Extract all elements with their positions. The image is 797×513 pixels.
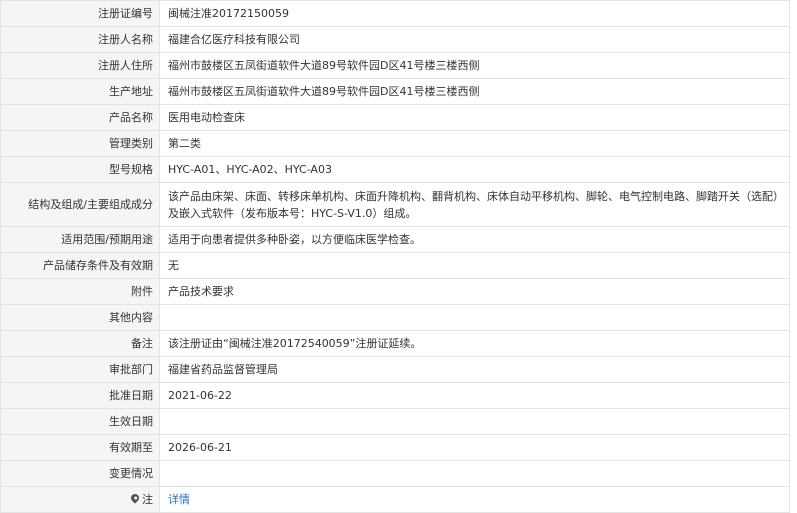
table-row: 注册人名称 福建合亿医疗科技有限公司 — [0, 26, 790, 53]
field-value-management-category: 第二类 — [159, 130, 790, 157]
field-label-production-address: 生产地址 — [0, 78, 160, 105]
registration-record-table: 注册证编号 闽械注准20172150059 注册人名称 福建合亿医疗科技有限公司… — [0, 0, 790, 513]
note-label: 注 — [142, 492, 153, 506]
field-value-model-spec: HYC-A01、HYC-A02、HYC-A03 — [159, 156, 790, 183]
field-value-approval-date: 2021-06-22 — [159, 382, 790, 409]
field-value-registrant-address: 福州市鼓楼区五凤街道软件大道89号软件园D区41号楼三楼西侧 — [159, 52, 790, 79]
table-row: 注册人住所 福州市鼓楼区五凤街道软件大道89号软件园D区41号楼三楼西侧 — [0, 52, 790, 79]
table-row: 注 详情 — [0, 486, 790, 513]
field-label-registrant-name: 注册人名称 — [0, 26, 160, 53]
field-value-product-name: 医用电动检查床 — [159, 104, 790, 131]
field-value-changes — [159, 460, 790, 487]
table-row: 变更情况 — [0, 460, 790, 487]
field-label-remark: 备注 — [0, 330, 160, 357]
field-value-storage: 无 — [159, 252, 790, 279]
field-label-approval-dept: 审批部门 — [0, 356, 160, 383]
table-row: 生产地址 福州市鼓楼区五凤街道软件大道89号软件园D区41号楼三楼西侧 — [0, 78, 790, 105]
field-label-approval-date: 批准日期 — [0, 382, 160, 409]
field-value-registration-no: 闽械注准20172150059 — [159, 0, 790, 27]
table-row: 结构及组成/主要组成成分 该产品由床架、床面、转移床单机构、床面升降机构、翻背机… — [0, 182, 790, 227]
field-label-changes: 变更情况 — [0, 460, 160, 487]
field-label-intended-use: 适用范围/预期用途 — [0, 226, 160, 253]
field-value-approval-dept: 福建省药品监督管理局 — [159, 356, 790, 383]
field-value-intended-use: 适用于向患者提供多种卧姿，以方便临床医学检查。 — [159, 226, 790, 253]
table-row: 适用范围/预期用途 适用于向患者提供多种卧姿，以方便临床医学检查。 — [0, 226, 790, 253]
table-row: 审批部门 福建省药品监督管理局 — [0, 356, 790, 383]
field-label-product-name: 产品名称 — [0, 104, 160, 131]
field-value-remark: 该注册证由“闽械注准20172540059”注册证延续。 — [159, 330, 790, 357]
table-row: 注册证编号 闽械注准20172150059 — [0, 0, 790, 27]
table-row: 管理类别 第二类 — [0, 130, 790, 157]
field-label-registrant-address: 注册人住所 — [0, 52, 160, 79]
field-value-attachment: 产品技术要求 — [159, 278, 790, 305]
field-label-storage: 产品储存条件及有效期 — [0, 252, 160, 279]
field-label-valid-until: 有效期至 — [0, 434, 160, 461]
field-value-registrant-name: 福建合亿医疗科技有限公司 — [159, 26, 790, 53]
field-value-other — [159, 304, 790, 331]
table-row: 批准日期 2021-06-22 — [0, 382, 790, 409]
table-row: 附件 产品技术要求 — [0, 278, 790, 305]
table-row: 型号规格 HYC-A01、HYC-A02、HYC-A03 — [0, 156, 790, 183]
field-label-structure: 结构及组成/主要组成成分 — [0, 182, 160, 227]
field-value-structure: 该产品由床架、床面、转移床单机构、床面升降机构、翻背机构、床体自动平移机构、脚轮… — [159, 182, 790, 227]
field-label-management-category: 管理类别 — [0, 130, 160, 157]
table-row: 产品名称 医用电动检查床 — [0, 104, 790, 131]
field-label-effective-date: 生效日期 — [0, 408, 160, 435]
table-row: 其他内容 — [0, 304, 790, 331]
table-row: 产品储存条件及有效期 无 — [0, 252, 790, 279]
table-row: 有效期至 2026-06-21 — [0, 434, 790, 461]
field-value-valid-until: 2026-06-21 — [159, 434, 790, 461]
table-row: 生效日期 — [0, 408, 790, 435]
field-value-production-address: 福州市鼓楼区五凤街道软件大道89号软件园D区41号楼三楼西侧 — [159, 78, 790, 105]
pin-icon — [129, 491, 141, 504]
field-value-effective-date — [159, 408, 790, 435]
field-value-note: 详情 — [159, 486, 790, 513]
field-label-registration-no: 注册证编号 — [0, 0, 160, 27]
table-row: 备注 该注册证由“闽械注准20172540059”注册证延续。 — [0, 330, 790, 357]
field-label-attachment: 附件 — [0, 278, 160, 305]
field-label-other: 其他内容 — [0, 304, 160, 331]
field-label-model-spec: 型号规格 — [0, 156, 160, 183]
field-label-note: 注 — [0, 486, 160, 513]
details-link[interactable]: 详情 — [168, 493, 190, 506]
